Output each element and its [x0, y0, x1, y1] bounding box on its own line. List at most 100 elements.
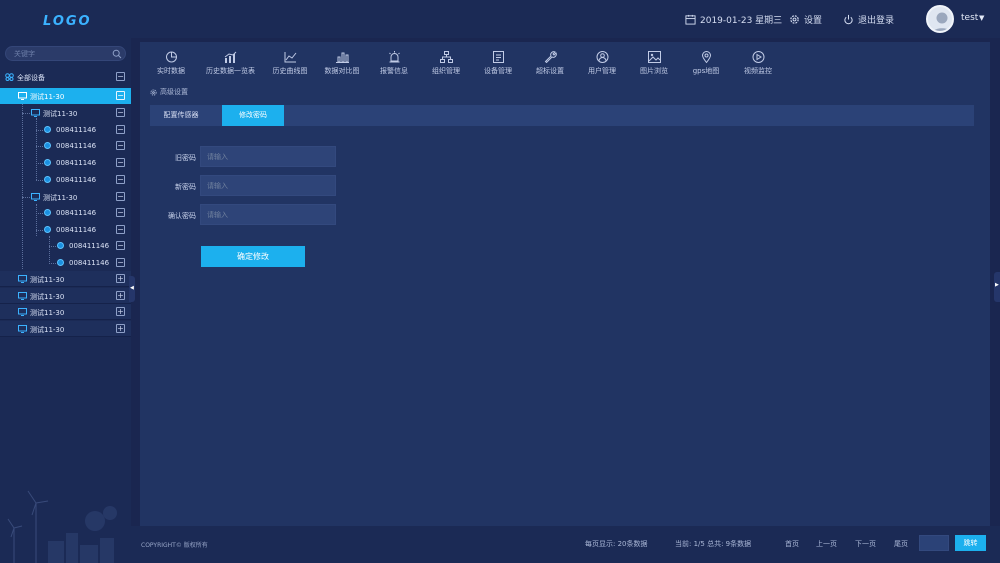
sensor-node-icon: [57, 259, 64, 266]
nav-image-browse[interactable]: 图片浏览: [628, 42, 680, 80]
tree-item-label: 008411146: [56, 209, 97, 217]
tree-item-device[interactable]: 008411146 −: [0, 155, 131, 171]
expand-toggle-icon[interactable]: +: [116, 307, 125, 316]
page-jump-input[interactable]: [919, 535, 949, 551]
caret-down-icon[interactable]: ▼: [979, 14, 984, 22]
collapse-toggle-icon[interactable]: −: [116, 158, 125, 167]
module-nav: 实时数据 历史数据一览表 历史曲线图 数据对比图 报警信息 组织管理 设备管理: [140, 42, 990, 80]
collapse-toggle-icon[interactable]: −: [116, 108, 125, 117]
tree-item-device[interactable]: 008411146 −: [0, 172, 131, 188]
confirm-change-button[interactable]: 确定修改: [201, 246, 305, 267]
nav-history-curve[interactable]: 历史曲线图: [264, 42, 316, 80]
copyright-text: COPYRIGHT© 版权所有: [141, 542, 208, 549]
collapse-toggle-icon[interactable]: −: [116, 225, 125, 234]
tree-root-label: 全部设备: [17, 74, 45, 82]
collapse-toggle-icon[interactable]: −: [116, 72, 125, 81]
sensor-node-icon: [44, 209, 51, 216]
old-password-field[interactable]: [200, 146, 336, 167]
collapse-toggle-icon[interactable]: −: [116, 175, 125, 184]
collapse-toggle-icon[interactable]: −: [116, 241, 125, 250]
tree-item-device[interactable]: 008411146 −: [0, 238, 131, 254]
nav-history-table[interactable]: 历史数据一览表: [197, 42, 264, 80]
nav-alarm-info[interactable]: 报警信息: [368, 42, 420, 80]
confirm-password-field[interactable]: [200, 204, 336, 225]
next-page-link[interactable]: 下一页: [855, 539, 876, 549]
jump-button[interactable]: 跳转: [955, 535, 986, 551]
date-display: 2019-01-23 星期三: [685, 12, 782, 26]
calendar-icon: [685, 14, 696, 25]
nav-device-management[interactable]: 设备管理: [472, 42, 524, 80]
tree-item-group[interactable]: 测试11-30 −: [0, 88, 131, 104]
breadcrumb: 高级设置: [150, 87, 188, 97]
device-list-icon: [492, 51, 504, 63]
avatar[interactable]: [926, 5, 954, 33]
new-password-field[interactable]: [200, 175, 336, 196]
breadcrumb-label: 高级设置: [160, 88, 188, 96]
nav-label: 数据对比图: [324, 67, 360, 75]
old-password-label: 旧密码: [175, 154, 196, 162]
prev-page-link[interactable]: 上一页: [816, 539, 837, 549]
collapse-toggle-icon[interactable]: −: [116, 208, 125, 217]
tree-item-device[interactable]: 008411146 −: [0, 122, 131, 138]
tree-item-group[interactable]: 测试11-30 −: [0, 189, 131, 205]
sensor-node-icon: [44, 176, 51, 183]
nav-label: gps地图: [692, 67, 720, 75]
nav-label: 组织管理: [432, 67, 460, 75]
tree-item-group[interactable]: 测试11-30 +: [0, 321, 131, 337]
expand-toggle-icon[interactable]: +: [116, 291, 125, 300]
tree-item-label: 测试11-30: [30, 276, 65, 284]
nav-video-monitor[interactable]: 视频监控: [732, 42, 784, 80]
device-monitor-icon: [18, 308, 27, 316]
expand-toggle-icon[interactable]: +: [116, 324, 125, 333]
search-input[interactable]: [14, 49, 109, 59]
tree-item-label: 测试11-30: [30, 93, 65, 101]
logout-button[interactable]: 退出登录: [843, 12, 894, 26]
nav-gps-map[interactable]: gps地图: [680, 42, 732, 80]
nav-label: 用户管理: [588, 67, 616, 75]
device-monitor-icon: [18, 325, 27, 333]
device-monitor-icon: [18, 92, 27, 100]
first-page-link[interactable]: 首页: [785, 539, 799, 549]
per-page-info: 每页显示: 20条数据: [585, 540, 648, 548]
device-tree-sidebar: 全部设备 − 测试11-30 − 测试11-30 − 008411146 − 0…: [0, 38, 131, 563]
tab-configure-sensor[interactable]: 配置传感器: [150, 105, 212, 126]
sensor-node-icon: [44, 159, 51, 166]
nav-data-compare[interactable]: 数据对比图: [316, 42, 368, 80]
nav-user-management[interactable]: 用户管理: [576, 42, 628, 80]
expand-toggle-icon[interactable]: +: [116, 274, 125, 283]
collapse-toggle-icon[interactable]: −: [116, 192, 125, 201]
sidebar-collapse-handle[interactable]: ◀: [129, 276, 135, 302]
tree-item-label: 008411146: [69, 259, 110, 267]
tree-item-group[interactable]: 测试11-30 +: [0, 288, 131, 304]
tab-change-password[interactable]: 修改密码: [222, 105, 284, 126]
nav-label: 图片浏览: [640, 67, 668, 75]
nav-label: 历史数据一览表: [206, 67, 255, 75]
username[interactable]: test: [961, 13, 978, 23]
pie-chart-icon: [165, 51, 177, 63]
nav-realtime-data[interactable]: 实时数据: [145, 42, 197, 80]
tree-root-all-devices[interactable]: 全部设备 −: [0, 69, 131, 85]
bar-chart-icon: [335, 52, 349, 63]
tree-item-group[interactable]: 测试11-30 −: [0, 105, 131, 121]
tree-item-group[interactable]: 测试11-30 +: [0, 271, 131, 287]
nav-threshold-settings[interactable]: 超标设置: [524, 42, 576, 80]
collapse-toggle-icon[interactable]: −: [116, 125, 125, 134]
collapse-toggle-icon[interactable]: −: [116, 258, 125, 267]
tree-item-label: 008411146: [56, 159, 97, 167]
confirm-password-label: 确认密码: [168, 212, 196, 220]
tree-item-device[interactable]: 008411146 −: [0, 138, 131, 154]
settings-button[interactable]: 设置: [789, 12, 822, 26]
nav-org-management[interactable]: 组织管理: [420, 42, 472, 80]
tree-item-device[interactable]: 008411146 −: [0, 222, 131, 238]
collapse-toggle-icon[interactable]: −: [116, 91, 125, 100]
alarm-icon: [388, 51, 400, 63]
tree-item-device[interactable]: 008411146 −: [0, 255, 131, 271]
search-icon[interactable]: [112, 49, 122, 59]
tree-item-label: 008411146: [69, 242, 110, 250]
right-panel-collapse-handle[interactable]: ▶: [994, 272, 1000, 302]
last-page-link[interactable]: 尾页: [894, 539, 908, 549]
tree-item-label: 测试11-30: [30, 293, 65, 301]
tree-item-device[interactable]: 008411146 −: [0, 205, 131, 221]
collapse-toggle-icon[interactable]: −: [116, 141, 125, 150]
tree-item-group[interactable]: 测试11-30 +: [0, 304, 131, 320]
